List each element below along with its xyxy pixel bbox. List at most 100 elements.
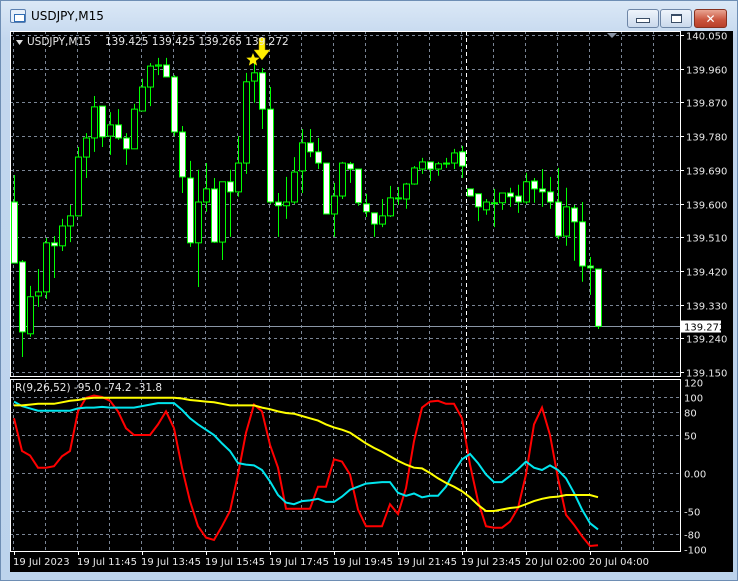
- time-axis-label: 19 Jul 21:45: [397, 557, 457, 568]
- bearish-candle-body: [275, 201, 282, 207]
- bullish-candle-body: [91, 106, 98, 139]
- candle: [107, 112, 114, 155]
- candle: [435, 161, 442, 176]
- candle: [171, 75, 178, 137]
- candle: [451, 148, 458, 170]
- bearish-candle-body: [123, 137, 130, 150]
- time-axis-label: 20 Jul 02:00: [525, 557, 585, 568]
- candle: [259, 67, 266, 129]
- time-axis-label: 19 Jul 13:45: [141, 557, 201, 568]
- bullish-candle-body: [299, 142, 306, 172]
- candle: [115, 109, 122, 140]
- candle: [539, 169, 546, 207]
- mid-line: [13, 400, 599, 531]
- bearish-candle-body: [227, 181, 234, 193]
- candle: [27, 285, 34, 337]
- indicator-axis-label: 80: [684, 409, 697, 420]
- price-axis-label: 139.510: [686, 234, 727, 245]
- bullish-candle-body: [147, 65, 154, 88]
- candle: [315, 137, 322, 170]
- candle: [483, 199, 490, 215]
- price-axis-label: 139.600: [686, 201, 727, 212]
- bullish-candle-body: [203, 188, 210, 203]
- candle: [475, 193, 482, 222]
- indicator-axis-label: 120: [684, 379, 703, 390]
- candle: [491, 188, 498, 228]
- bearish-candle-body: [371, 212, 378, 225]
- candle: [59, 218, 66, 252]
- time-axis-label: 19 Jul 15:45: [205, 557, 265, 568]
- bearish-candle-body: [307, 142, 314, 153]
- bullish-candle-body: [331, 195, 338, 215]
- bullish-candle-body: [435, 163, 442, 170]
- candle: [43, 237, 50, 299]
- bearish-candle-body: [475, 193, 482, 208]
- time-axis-label: 20 Jul 04:00: [589, 557, 649, 568]
- bearish-candle-body: [571, 207, 578, 223]
- candle: [19, 260, 26, 358]
- bearish-candle-body: [323, 162, 330, 215]
- candle: [355, 168, 362, 206]
- bullish-candle-body: [379, 215, 386, 225]
- candle: [371, 212, 378, 237]
- candle: [139, 78, 146, 112]
- bearish-candle-body: [531, 180, 538, 190]
- candle: [35, 269, 42, 307]
- bearish-candle-body: [315, 151, 322, 164]
- candle: [235, 136, 242, 197]
- bullish-candle-body: [67, 215, 74, 227]
- candle: [211, 178, 218, 243]
- bullish-candle-body: [283, 201, 290, 207]
- bearish-candle-body: [267, 108, 274, 203]
- bearish-candle-body: [547, 191, 554, 203]
- chart-shift-marker-icon[interactable]: [607, 33, 617, 38]
- chart-symbol: USDJPY,M15: [27, 36, 91, 48]
- bearish-candle-body: [555, 201, 562, 237]
- candle: [547, 176, 554, 209]
- bullish-candle-body: [483, 201, 490, 211]
- chart-canvas[interactable]: 140.050 139.960 139.870 139.780 139.690 139.6…: [0, 0, 738, 581]
- bearish-candle-body: [459, 151, 466, 167]
- bearish-candle-body: [507, 192, 514, 198]
- price-axis-label: 139.240: [686, 335, 727, 346]
- bullish-candle-body: [339, 162, 346, 197]
- candle: [459, 145, 466, 179]
- indicator-axis-label: 50: [684, 432, 697, 443]
- candle: [307, 128, 314, 158]
- bullish-candle-body: [83, 137, 90, 158]
- candle: [163, 57, 170, 78]
- bullish-candle-body: [411, 167, 418, 185]
- bullish-candle-body: [43, 242, 50, 293]
- bullish-candle-body: [107, 124, 114, 137]
- bearish-candle-body: [587, 265, 594, 269]
- bearish-candle-body: [115, 124, 122, 139]
- candle: [195, 169, 202, 288]
- candle: [91, 96, 98, 152]
- candle: [363, 193, 370, 217]
- candle: [227, 169, 234, 237]
- bullish-candle-body: [251, 72, 258, 82]
- chart-ohlc: 139.425 139.425 139.265 139.272: [105, 36, 289, 48]
- time-axis-label: 19 Jul 17:45: [269, 557, 329, 568]
- candle: [531, 178, 538, 203]
- bearish-candle-body: [187, 177, 194, 244]
- candle: [299, 128, 306, 194]
- time-axis-label: 19 Jul 19:45: [333, 557, 393, 568]
- chart-menu-triangle-icon[interactable]: [16, 40, 23, 45]
- bullish-candle-body: [523, 181, 530, 203]
- bullish-candle-body: [139, 86, 146, 112]
- candle: [283, 176, 290, 219]
- candle: [395, 187, 402, 205]
- candle: [187, 160, 194, 247]
- bullish-candle-body: [443, 162, 450, 165]
- candle: [443, 157, 450, 168]
- bullish-candle-body: [131, 108, 138, 150]
- bullish-candle-body: [491, 202, 498, 205]
- indicator-axis-label: -100: [684, 546, 707, 557]
- indicator-axis-label: -80: [684, 531, 700, 542]
- bullish-candle-body: [499, 192, 506, 204]
- candle: [179, 125, 186, 194]
- price-axis-label: 139.330: [686, 302, 727, 313]
- bearish-candle-body: [539, 188, 546, 193]
- candle: [555, 167, 562, 240]
